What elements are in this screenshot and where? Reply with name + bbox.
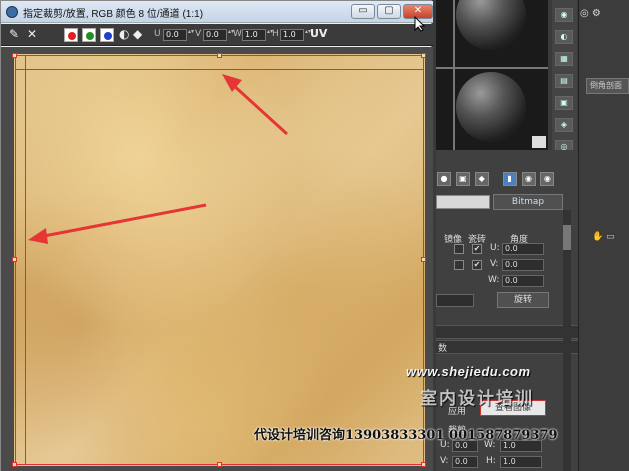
- crop-handle-top[interactable]: [217, 53, 222, 58]
- blue-channel-button[interactable]: [100, 28, 114, 42]
- map-name-dropdown[interactable]: [436, 195, 490, 209]
- slot-scroll-arrow[interactable]: [532, 136, 546, 148]
- put-material-icon[interactable]: ▣: [455, 172, 470, 186]
- tile-u-checkbox[interactable]: ✔: [472, 244, 482, 254]
- crop-frame[interactable]: [15, 55, 424, 465]
- utilities-icon[interactable]: ⚙: [592, 8, 601, 19]
- w-label: W: [233, 29, 242, 39]
- mono-icon[interactable]: ◐: [119, 27, 129, 41]
- go-forward-icon[interactable]: ◉: [540, 172, 555, 186]
- get-material-icon[interactable]: ●: [437, 172, 451, 186]
- material-toolbar: ● ▣ ◆ ▮ ◉ ◉: [436, 170, 578, 190]
- h-label: H: [272, 29, 279, 39]
- show-map-icon[interactable]: ▮: [502, 172, 517, 186]
- red-channel-button[interactable]: [64, 28, 78, 42]
- command-panel-icons: ◎ ⚙: [580, 8, 601, 19]
- u-spinner[interactable]: ▴▾: [188, 29, 194, 41]
- make-preview-icon[interactable]: ◈: [555, 118, 573, 132]
- crop-handle-left[interactable]: [12, 257, 17, 262]
- h-field-label: H:: [486, 456, 496, 466]
- mirror-v-checkbox[interactable]: [454, 260, 464, 270]
- v-label: V: [195, 29, 202, 39]
- crop-toolbar: ✎ ✕ ◐ ◆ U 0.0 ▴▾ V 0.0 ▴▾ W 1.0 ▴▾ H 1.0…: [1, 24, 433, 46]
- crop-left-edge[interactable]: [25, 55, 26, 465]
- close-button[interactable]: ✕: [403, 4, 433, 19]
- crop-handle-bottom-right[interactable]: [421, 462, 426, 467]
- crop-handle-top-left[interactable]: [12, 53, 17, 58]
- maximize-button[interactable]: ▢: [377, 4, 401, 19]
- blur-spinner[interactable]: [436, 294, 474, 307]
- crop-top-edge[interactable]: [15, 69, 424, 70]
- w-angle-label: W:: [488, 275, 500, 285]
- crop-handle-bottom-left[interactable]: [12, 462, 17, 467]
- rollout-header[interactable]: 数: [436, 340, 578, 354]
- w-field[interactable]: 1.0: [242, 29, 266, 41]
- pan-icon[interactable]: ✎: [9, 27, 19, 41]
- green-channel-icon: [86, 32, 94, 40]
- app-icon: [6, 6, 18, 18]
- watermark-contact: 代设计培训咨询13903833301 001587879379: [254, 428, 558, 443]
- uv-label: UV: [310, 27, 328, 40]
- h-field[interactable]: 1.0: [500, 456, 542, 468]
- crop-handle-top-right[interactable]: [421, 53, 426, 58]
- alpha-icon[interactable]: ◆: [133, 27, 142, 41]
- v-field[interactable]: 0.0: [203, 29, 227, 41]
- uv-tiling-icon[interactable]: ▤: [555, 74, 573, 88]
- bevel-profile-field[interactable]: 倒角剖面: [586, 78, 629, 94]
- go-to-parent-icon[interactable]: ◉: [521, 172, 536, 186]
- video-check-icon[interactable]: ▣: [555, 96, 573, 110]
- w-angle-field[interactable]: 0.0: [502, 275, 544, 287]
- blue-channel-icon: [104, 32, 112, 40]
- watermark-school: 室内设计培训: [420, 389, 534, 409]
- slot-divider: [453, 0, 455, 150]
- display-icon[interactable]: ◎: [580, 8, 589, 19]
- tile-v-checkbox[interactable]: ✔: [472, 260, 482, 270]
- material-sphere-1[interactable]: [456, 0, 526, 50]
- material-sphere-2[interactable]: [456, 72, 526, 142]
- panel-scroll-thumb[interactable]: [563, 225, 571, 250]
- u-angle-field[interactable]: 0.0: [502, 243, 544, 255]
- minimize-button[interactable]: ▭: [351, 4, 375, 19]
- u-label: U: [154, 29, 161, 39]
- v-field[interactable]: 0.0: [452, 456, 478, 468]
- crop-handle-bottom[interactable]: [217, 462, 222, 467]
- rollout-divider: [436, 325, 578, 339]
- cancel-icon[interactable]: ✕: [27, 27, 37, 41]
- v-angle-label: V:: [490, 259, 499, 269]
- background-icon[interactable]: ▦: [555, 52, 573, 66]
- hand-icon[interactable]: ✋ ▭: [592, 232, 615, 242]
- u-field[interactable]: 0.0: [163, 29, 187, 41]
- h-field[interactable]: 1.0: [280, 29, 304, 41]
- crop-handle-right[interactable]: [421, 257, 426, 262]
- rollout-label: 数: [438, 344, 448, 354]
- v-angle-field[interactable]: 0.0: [502, 259, 544, 271]
- rotate-button[interactable]: 旋转: [497, 292, 549, 308]
- sample-type-icon[interactable]: ◉: [555, 8, 573, 22]
- window-titlebar[interactable]: 指定裁剪/放置, RGB 颜色 8 位/通道 (1:1) ▭ ▢ ✕: [1, 1, 433, 23]
- mirror-u-checkbox[interactable]: [454, 244, 464, 254]
- window-title: 指定裁剪/放置, RGB 颜色 8 位/通道 (1:1): [23, 9, 204, 20]
- v-field-label: V:: [440, 456, 449, 466]
- u-angle-label: U:: [490, 243, 500, 253]
- watermark-url: www.shejiedu.com: [406, 364, 531, 379]
- material-slots: [436, 0, 548, 150]
- bitmap-type-button[interactable]: Bitmap: [493, 194, 563, 210]
- green-channel-button[interactable]: [82, 28, 96, 42]
- assign-material-icon[interactable]: ◆: [474, 172, 489, 186]
- backlight-icon[interactable]: ◐: [555, 30, 573, 44]
- red-channel-icon: [68, 32, 76, 40]
